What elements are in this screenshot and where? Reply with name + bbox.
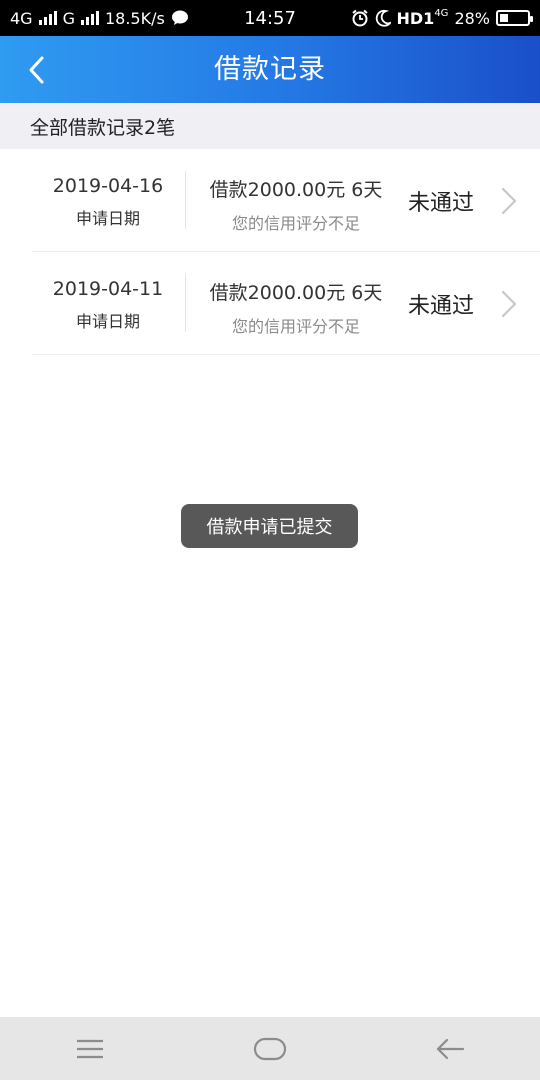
page-title: 借款记录 [214,54,326,85]
loan-record-row[interactable]: 2019-04-16 申请日期 借款2000.00元 6天 您的信用评分不足 未… [32,149,540,252]
back-arrow-icon [436,1038,465,1059]
record-reason: 您的信用评分不足 [231,317,360,336]
signal-icon-1 [38,11,57,25]
record-reason: 您的信用评分不足 [231,214,360,233]
app-header: 借款记录 [0,36,540,103]
record-date-label: 申请日期 [75,209,140,228]
status-bar: 4G G 18.5K/s 14:57 HD1 4G 28% [0,0,540,36]
record-loan-column: 借款2000.00元 6天 您的信用评分不足 [188,149,404,234]
toast-message: 借款申请已提交 [181,504,358,548]
chat-bubble-icon [171,10,188,25]
signal-icon-2 [80,11,99,25]
menu-icon [77,1039,103,1058]
column-divider [185,274,186,332]
alarm-icon [351,9,368,27]
record-date-column: 2019-04-11 申请日期 [32,252,184,332]
battery-icon [496,10,533,26]
status-left: 4G G 18.5K/s [10,9,189,28]
record-date-label: 申请日期 [75,312,140,331]
loan-record-list: 2019-04-16 申请日期 借款2000.00元 6天 您的信用评分不足 未… [0,149,540,355]
screen: 4G G 18.5K/s 14:57 HD1 4G 28% 借款记录 全部借款记… [0,0,540,1080]
record-amount: 借款2000.00元 6天 [209,282,383,304]
network-speed: 18.5K/s [104,8,165,28]
record-status: 未通过 [408,294,475,319]
status-right: HD1 4G 28% [351,7,533,28]
nav-menu-button[interactable] [60,1027,120,1071]
chevron-right-icon [501,290,517,318]
records-summary: 全部借款记录2笔 [0,103,540,149]
net-small-label: 4G [434,7,449,19]
loan-record-row[interactable]: 2019-04-11 申请日期 借款2000.00元 6天 您的信用评分不足 未… [32,252,540,355]
column-divider [185,171,186,229]
record-loan-column: 借款2000.00元 6天 您的信用评分不足 [188,252,404,337]
system-nav-bar [0,1017,540,1080]
record-date-column: 2019-04-16 申请日期 [32,149,184,229]
network-label-2: G [62,8,75,28]
moon-icon [375,9,391,27]
battery-percent: 28% [454,8,490,28]
hd-label: HD1 [396,8,435,28]
record-status: 未通过 [408,191,475,216]
nav-home-button[interactable] [240,1027,300,1071]
network-label-1: 4G [10,8,33,28]
chevron-right-icon [501,187,517,215]
record-date: 2019-04-11 [52,278,164,300]
home-icon [253,1037,287,1060]
nav-back-button[interactable] [420,1027,480,1071]
record-amount: 借款2000.00元 6天 [209,179,383,201]
record-date: 2019-04-16 [52,175,164,197]
